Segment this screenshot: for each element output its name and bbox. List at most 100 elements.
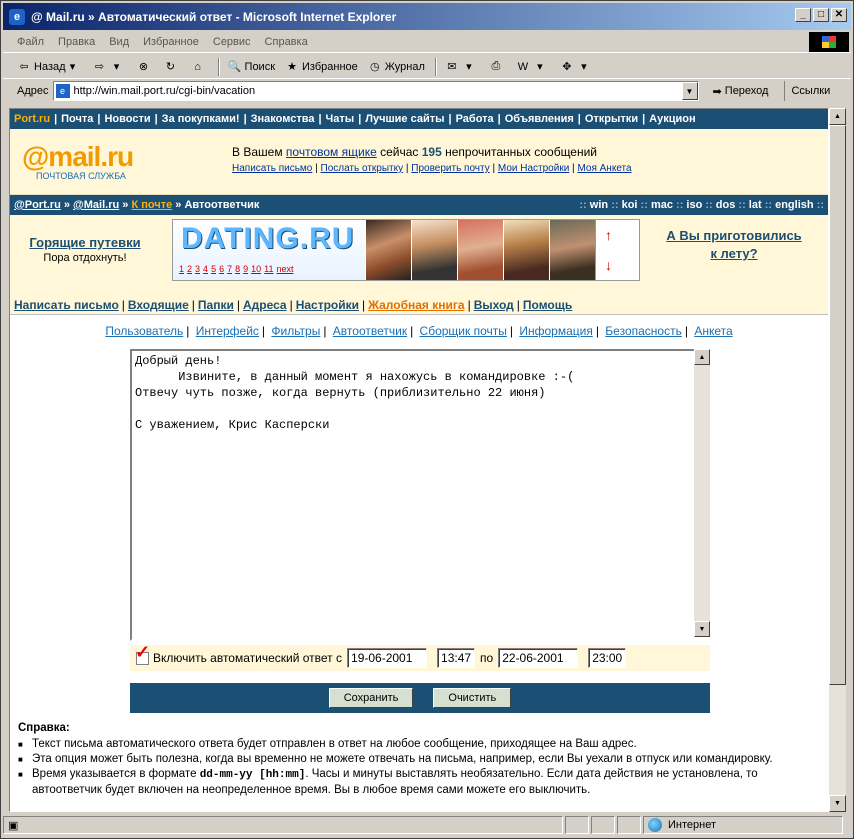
lang-koi[interactable]: koi xyxy=(622,199,638,211)
dating-photo[interactable] xyxy=(457,220,503,280)
crumb-mail[interactable]: @Mail.ru xyxy=(73,199,119,211)
scroll-thumb[interactable] xyxy=(829,125,846,685)
autoreply-message-textarea[interactable]: Добрый день! Извините, в данный момент я… xyxy=(130,349,710,641)
menu-view[interactable]: Вид xyxy=(109,36,129,48)
mailmenu-folders[interactable]: Папки xyxy=(198,298,234,312)
menu-edit[interactable]: Правка xyxy=(58,36,95,48)
dating-page-link[interactable]: 7 xyxy=(227,264,232,274)
dating-page-link[interactable]: 2 xyxy=(187,264,192,274)
search-button[interactable]: 🔍 Поиск xyxy=(228,60,275,74)
close-button[interactable]: ✕ xyxy=(831,8,847,22)
dating-page-link[interactable]: 8 xyxy=(235,264,240,274)
chevron-down-icon[interactable]: ▾ xyxy=(462,60,476,74)
portnav-item[interactable]: Открытки xyxy=(585,113,638,125)
crumb-port[interactable]: @Port.ru xyxy=(14,199,61,211)
mailbox-link[interactable]: почтовом ящике xyxy=(286,145,377,159)
mailmenu-inbox[interactable]: Входящие xyxy=(128,298,189,312)
refresh-button[interactable]: ↻ xyxy=(164,60,181,74)
dating-page-link[interactable]: 1 xyxy=(179,264,184,274)
chevron-down-icon[interactable]: ▾ xyxy=(577,60,591,74)
back-button[interactable]: ⇦ Назад ▾ xyxy=(17,60,83,74)
tab-autoresponder[interactable]: Автоответчик xyxy=(333,324,407,338)
tab-security[interactable]: Безопасность xyxy=(605,324,682,338)
tab-information[interactable]: Информация xyxy=(519,324,592,338)
lang-english[interactable]: english xyxy=(775,199,814,211)
from-time-field[interactable]: 13:47 xyxy=(437,648,476,668)
portnav-item[interactable]: За покупками! xyxy=(162,113,240,125)
dating-banner[interactable]: DATING.RU 1 2 3 4 5 6 7 8 9 10 11 next ↑ ↓ xyxy=(172,219,640,281)
my-profile-link[interactable]: Моя Анкета xyxy=(577,163,631,174)
portnav-item[interactable]: Лучшие сайты xyxy=(365,113,444,125)
portnav-item[interactable]: Знакомства xyxy=(251,113,315,125)
tab-filters[interactable]: Фильтры xyxy=(271,324,320,338)
my-settings-link[interactable]: Мои Настройки xyxy=(498,163,569,174)
scroll-up-icon[interactable]: ▲ xyxy=(829,108,846,125)
to-time-field[interactable]: 23:00 xyxy=(588,648,627,668)
check-mail-link[interactable]: Проверить почту xyxy=(411,163,489,174)
clear-button[interactable]: Очистить xyxy=(433,688,512,708)
mailmenu-logout[interactable]: Выход xyxy=(474,298,514,312)
textarea-scrollbar[interactable]: ▲ ▼ xyxy=(694,349,710,637)
dating-page-link[interactable]: 9 xyxy=(243,264,248,274)
history-button[interactable]: ◷ Журнал xyxy=(368,60,425,74)
save-button[interactable]: Сохранить xyxy=(328,688,414,708)
links-button[interactable]: Ссылки xyxy=(784,81,830,101)
mail-button[interactable]: ✉ ▾ xyxy=(445,60,479,74)
mailmenu-help[interactable]: Помощь xyxy=(523,298,572,312)
scroll-down-icon[interactable]: ▼ xyxy=(829,795,846,812)
send-card-link[interactable]: Послать открытку xyxy=(321,163,404,174)
dating-page-link[interactable]: 6 xyxy=(219,264,224,274)
address-input[interactable]: e http://win.mail.port.ru/cgi-bin/vacati… xyxy=(52,81,699,101)
dating-next-link[interactable]: next xyxy=(277,264,294,274)
home-button[interactable]: ⌂ xyxy=(191,60,208,74)
arrow-down-icon[interactable]: ↓ xyxy=(605,257,612,273)
forward-button[interactable]: ⇨ ▾ xyxy=(93,60,127,74)
scroll-down-icon[interactable]: ▼ xyxy=(694,621,710,637)
lang-lat[interactable]: lat xyxy=(749,199,762,211)
mailmenu-settings[interactable]: Настройки xyxy=(296,298,359,312)
lang-mac[interactable]: mac xyxy=(651,199,673,211)
arrow-up-icon[interactable]: ↑ xyxy=(605,227,612,243)
dating-page-link[interactable]: 10 xyxy=(251,264,261,274)
scroll-up-icon[interactable]: ▲ xyxy=(694,349,710,365)
lang-iso[interactable]: iso xyxy=(686,199,702,211)
dating-photo[interactable] xyxy=(411,220,457,280)
dating-page-link[interactable]: 5 xyxy=(211,264,216,274)
portnav-item[interactable]: Работа xyxy=(456,113,494,125)
menu-help[interactable]: Справка xyxy=(265,36,308,48)
address-dropdown-icon[interactable]: ▼ xyxy=(681,82,698,100)
chevron-down-icon[interactable]: ▾ xyxy=(110,60,124,74)
portnav-item[interactable]: Аукцион xyxy=(649,113,695,125)
mailru-logo[interactable]: @mail.ru ПОЧТОВАЯ СЛУЖБА xyxy=(22,143,134,182)
messenger-button[interactable]: ✥ ▾ xyxy=(560,60,594,74)
menu-favorites[interactable]: Избранное xyxy=(143,36,199,48)
summer-ad[interactable]: А Вы приготовились к лету? xyxy=(648,227,820,263)
chevron-down-icon[interactable]: ▾ xyxy=(533,60,547,74)
edit-button[interactable]: W ▾ xyxy=(516,60,550,74)
portnav-item[interactable]: Почта xyxy=(61,113,93,125)
page-scrollbar[interactable]: ▲ ▼ xyxy=(829,108,846,812)
chevron-down-icon[interactable]: ▾ xyxy=(66,60,80,74)
from-date-field[interactable]: 19-06-2001 xyxy=(347,648,428,668)
favorites-button[interactable]: ★ Избранное xyxy=(285,60,358,74)
minimize-button[interactable]: _ xyxy=(795,8,811,22)
tab-collector[interactable]: Сборщик почты xyxy=(420,324,507,338)
write-letter-link[interactable]: Написать письмо xyxy=(232,163,312,174)
lang-win[interactable]: win xyxy=(590,199,608,211)
lang-dos[interactable]: dos xyxy=(716,199,736,211)
menu-tools[interactable]: Сервис xyxy=(213,36,251,48)
maximize-button[interactable]: □ xyxy=(813,8,829,22)
print-button[interactable]: ⎙ xyxy=(489,60,506,74)
enable-autoreply-checkbox[interactable]: ✓ xyxy=(135,643,150,665)
crumb-inbox[interactable]: К почте xyxy=(131,199,172,211)
tab-interface[interactable]: Интерфейс xyxy=(196,324,259,338)
port-brand-link[interactable]: Port.ru xyxy=(14,113,50,125)
dating-photo[interactable] xyxy=(503,220,549,280)
dating-photo[interactable] xyxy=(365,220,411,280)
dating-photo[interactable] xyxy=(549,220,595,280)
portnav-item[interactable]: Объявления xyxy=(505,113,574,125)
hot-tours-ad[interactable]: Горящие путевки Пора отдохнуть! xyxy=(20,235,150,264)
dating-page-link[interactable]: 11 xyxy=(264,264,273,274)
to-date-field[interactable]: 22-06-2001 xyxy=(498,648,579,668)
portnav-item[interactable]: Новости xyxy=(104,113,150,125)
